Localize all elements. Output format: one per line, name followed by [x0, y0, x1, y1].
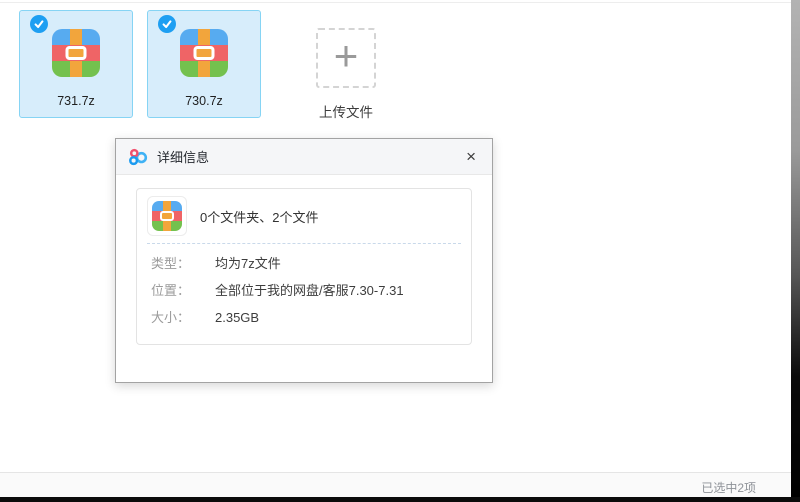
check-icon[interactable] [158, 15, 176, 33]
dialog-body: 0个文件夹、2个文件 类型： 均为7z文件 位置： 全部位于我的网盘/客服7.3… [116, 175, 492, 358]
file-card-731[interactable]: 731.7z [19, 10, 133, 118]
file-grid: 731.7z 730.7z + 上传文件 [19, 10, 377, 121]
netdisk-logo-icon [128, 147, 148, 167]
upload-file-button[interactable]: + 上传文件 [315, 10, 377, 121]
window-bottom-edge [0, 497, 800, 502]
detail-rows: 类型： 均为7z文件 位置： 全部位于我的网盘/客服7.30-7.31 大小： … [137, 244, 471, 344]
summary-row: 0个文件夹、2个文件 [137, 189, 471, 243]
plus-icon: + [334, 35, 359, 77]
detail-label: 大小： [151, 304, 215, 331]
selection-summary: 0个文件夹、2个文件 [200, 207, 318, 226]
check-icon[interactable] [30, 15, 48, 33]
file-name: 731.7z [20, 94, 132, 108]
detail-label: 类型： [151, 250, 215, 277]
detail-label: 位置： [151, 277, 215, 304]
upload-dropzone[interactable]: + [316, 28, 376, 88]
archive-file-icon [180, 29, 228, 77]
close-icon[interactable]: × [462, 146, 480, 167]
archive-file-icon [52, 29, 100, 77]
details-dialog: 详细信息 × 0个文件夹、2个文件 [115, 138, 493, 383]
detail-row-size: 大小： 2.35GB [151, 304, 457, 331]
netdisk-window: 731.7z 730.7z + 上传文件 [0, 0, 800, 502]
window-right-edge [791, 0, 800, 502]
detail-value: 均为7z文件 [215, 250, 281, 277]
detail-value: 全部位于我的网盘/客服7.30-7.31 [215, 277, 404, 304]
dialog-title: 详细信息 [157, 147, 209, 166]
file-name: 730.7z [148, 94, 260, 108]
detail-value: 2.35GB [215, 304, 259, 331]
archive-file-icon [152, 201, 182, 231]
file-card-730[interactable]: 730.7z [147, 10, 261, 118]
dialog-header[interactable]: 详细信息 × [116, 139, 492, 175]
detail-row-location: 位置： 全部位于我的网盘/客服7.30-7.31 [151, 277, 457, 304]
upload-label: 上传文件 [319, 101, 373, 121]
file-thumbnail [147, 196, 187, 236]
details-info-box: 0个文件夹、2个文件 类型： 均为7z文件 位置： 全部位于我的网盘/客服7.3… [136, 188, 472, 345]
top-divider [0, 2, 800, 3]
selection-count: 已选中2项 [701, 479, 756, 496]
detail-row-type: 类型： 均为7z文件 [151, 250, 457, 277]
